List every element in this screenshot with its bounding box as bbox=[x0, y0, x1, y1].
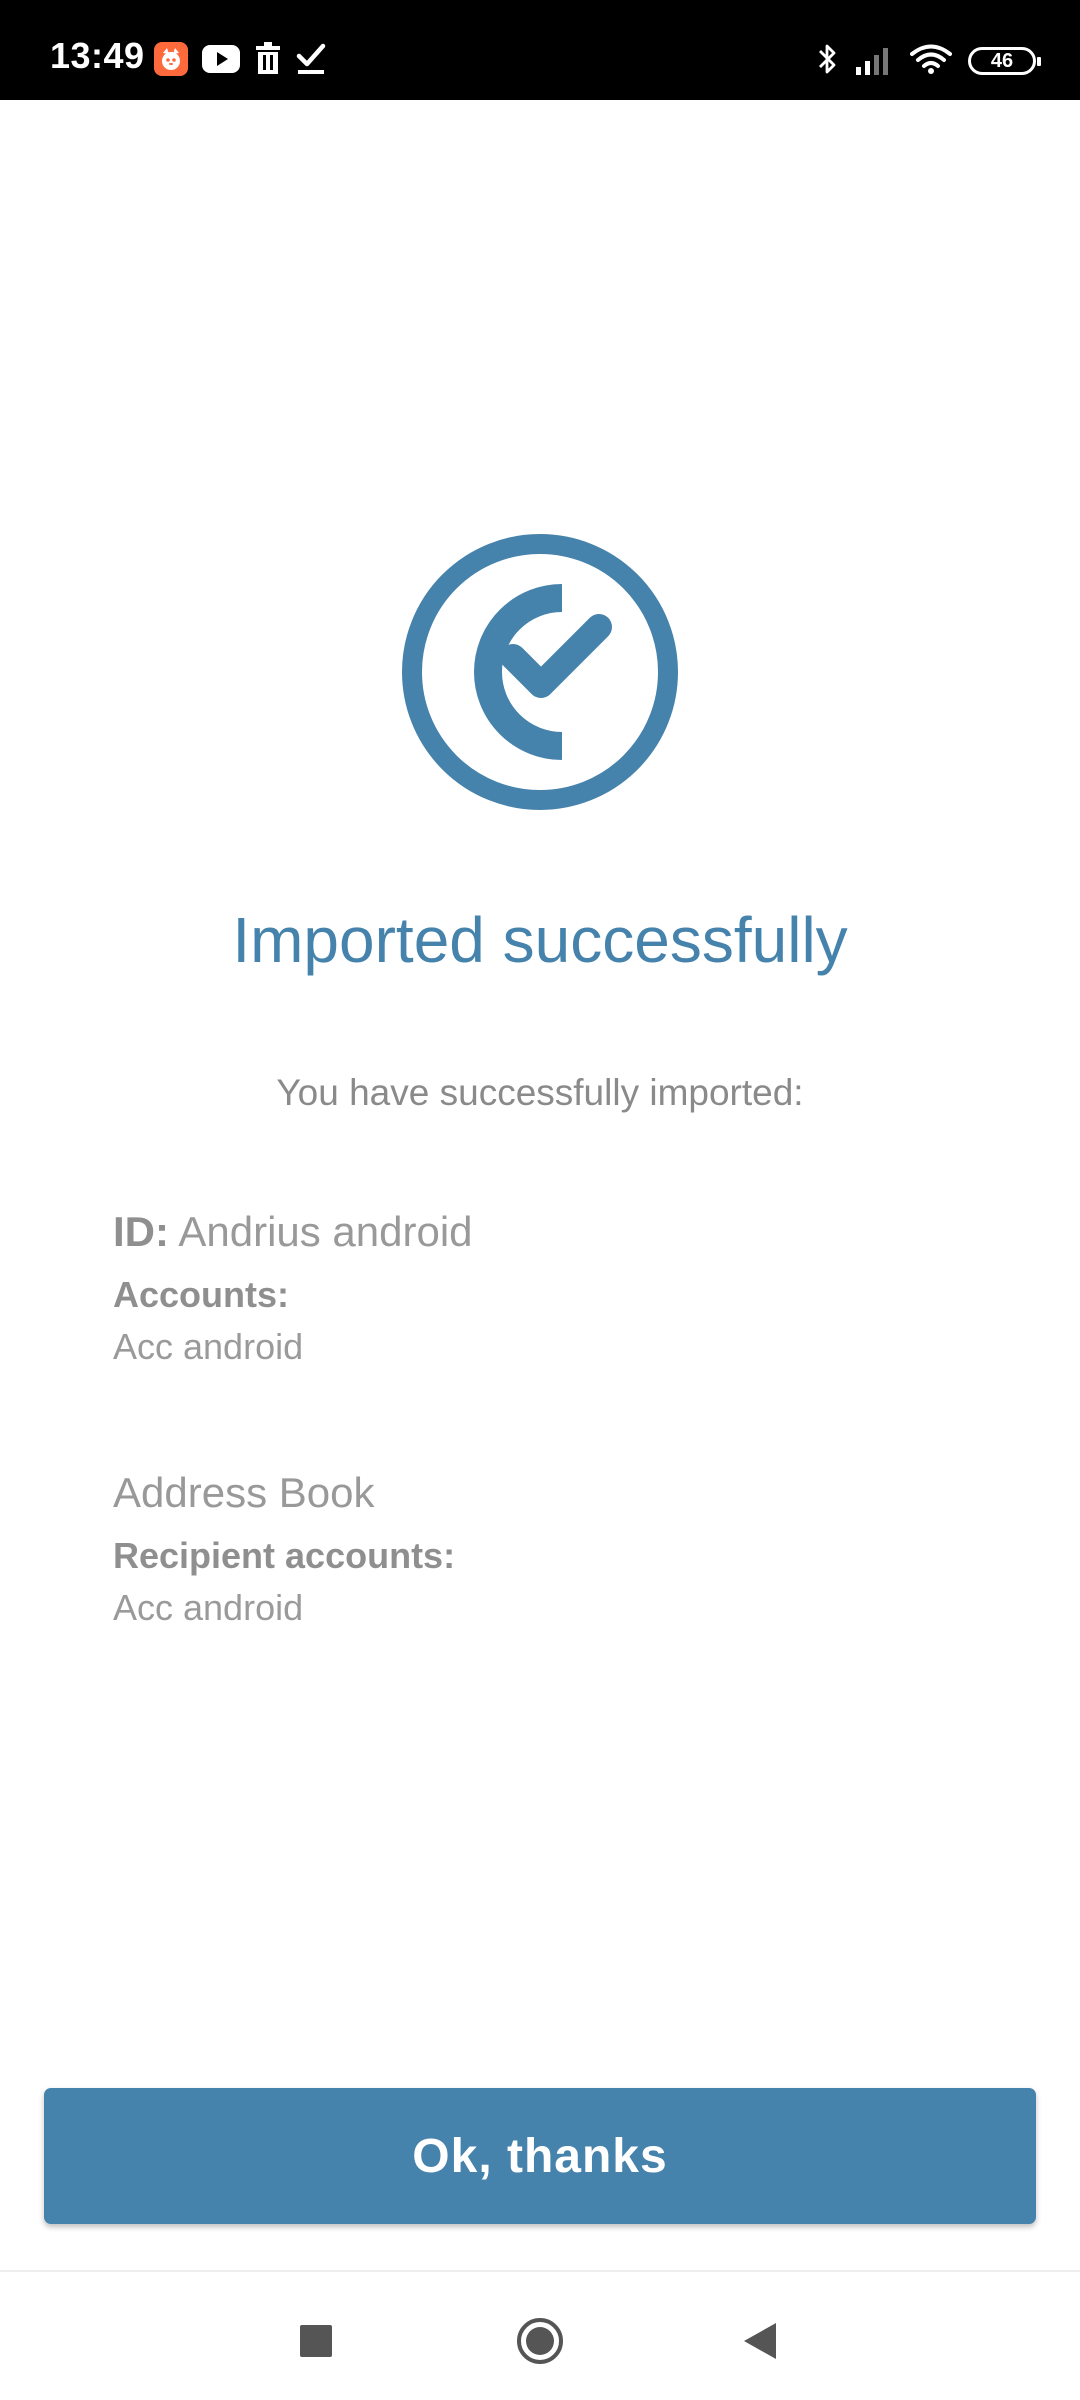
id-label: ID: bbox=[113, 1208, 169, 1255]
battery-icon: 46 bbox=[968, 47, 1041, 75]
success-check-icon bbox=[402, 534, 678, 810]
square-icon bbox=[300, 2325, 332, 2357]
trash-icon bbox=[254, 41, 282, 81]
youtube-icon bbox=[202, 44, 240, 79]
accounts-label: Accounts: bbox=[113, 1274, 290, 1315]
ok-thanks-button[interactable]: Ok, thanks bbox=[44, 2088, 1036, 2224]
recents-button[interactable] bbox=[291, 2316, 341, 2366]
mi-app-icon bbox=[154, 41, 188, 81]
back-button[interactable] bbox=[735, 2316, 785, 2366]
import-summary-text: You have successfully imported: bbox=[276, 1072, 804, 1113]
recipient-accounts-label: Recipient accounts: bbox=[113, 1535, 456, 1576]
address-book-heading: Address Book bbox=[113, 1469, 375, 1516]
bluetooth-icon bbox=[816, 41, 838, 82]
navigation-bar bbox=[0, 2270, 1080, 2400]
system-icons: 46 bbox=[816, 41, 1041, 82]
check-icon bbox=[296, 42, 326, 81]
status-bar: 13:49 46 bbox=[0, 0, 1080, 100]
circle-icon bbox=[517, 2318, 563, 2364]
page-title: Imported successfully bbox=[232, 904, 848, 976]
recipient-accounts-value: Acc android bbox=[113, 1587, 304, 1628]
wifi-icon bbox=[910, 43, 952, 80]
address-book-section: Address Book Recipient accounts: Acc and… bbox=[113, 1466, 973, 1632]
signal-icon bbox=[854, 43, 894, 80]
accounts-value: Acc android bbox=[113, 1326, 304, 1367]
id-row: ID: Andrius android bbox=[113, 1205, 973, 1259]
id-section: ID: Andrius android Accounts: Acc androi… bbox=[113, 1205, 973, 1371]
id-value: Andrius android bbox=[178, 1208, 473, 1255]
screen: 13:49 46 Imported successfully You have … bbox=[0, 0, 1080, 2400]
triangle-back-icon bbox=[744, 2323, 776, 2359]
notification-icons bbox=[154, 41, 326, 81]
home-button[interactable] bbox=[515, 2316, 565, 2366]
battery-level: 46 bbox=[990, 49, 1014, 72]
status-time: 13:49 bbox=[50, 35, 145, 76]
